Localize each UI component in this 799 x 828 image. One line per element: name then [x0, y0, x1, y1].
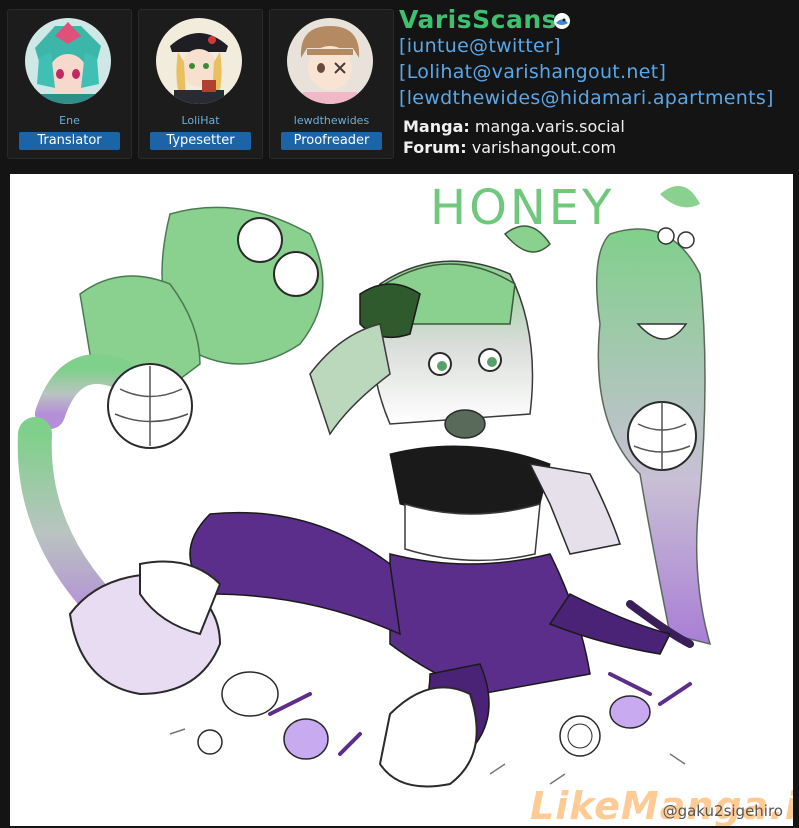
avatar — [156, 18, 242, 104]
group-logo-icon — [554, 13, 570, 29]
forum-site-link[interactable]: varishangout.com — [472, 138, 616, 157]
contact-link-twitter[interactable]: [iuntue@twitter] — [399, 35, 561, 57]
artwork-panel: HONEY LikeManga.io @gaku2sigehiro — [10, 174, 793, 826]
contact-link-email[interactable]: [lewdthewides@hidamari.apartments] — [399, 87, 774, 109]
role-badge: Translator — [19, 132, 120, 150]
manga-label: Manga: — [403, 117, 470, 136]
artist-credit: @gaku2sigehiro — [662, 802, 783, 820]
group-name: VarisScans — [399, 5, 558, 34]
staff-name: lewdthewides — [293, 114, 370, 127]
role-badge: Typesetter — [150, 132, 251, 150]
staff-name: Ene — [59, 114, 80, 127]
staff-card-translator: Ene Translator — [7, 9, 132, 159]
forum-label: Forum: — [403, 138, 467, 157]
artwork-title: HONEY — [430, 180, 615, 236]
manga-site-link[interactable]: manga.varis.social — [475, 117, 625, 136]
artwork-illustration — [17, 186, 712, 788]
manga-site-line: Manga: manga.varis.social — [403, 117, 625, 136]
avatar — [287, 18, 373, 104]
avatar — [25, 18, 111, 104]
credits-header: Ene Translator LoliHat Typesetter lewdth… — [0, 0, 799, 166]
staff-name: LoliHat — [181, 114, 220, 127]
forum-site-line: Forum: varishangout.com — [403, 138, 616, 157]
contact-link-email[interactable]: [Lolihat@varishangout.net] — [399, 61, 666, 83]
staff-card-typesetter: LoliHat Typesetter — [138, 9, 263, 159]
role-badge: Proofreader — [281, 132, 382, 150]
staff-card-proofreader: lewdthewides Proofreader — [269, 9, 394, 159]
